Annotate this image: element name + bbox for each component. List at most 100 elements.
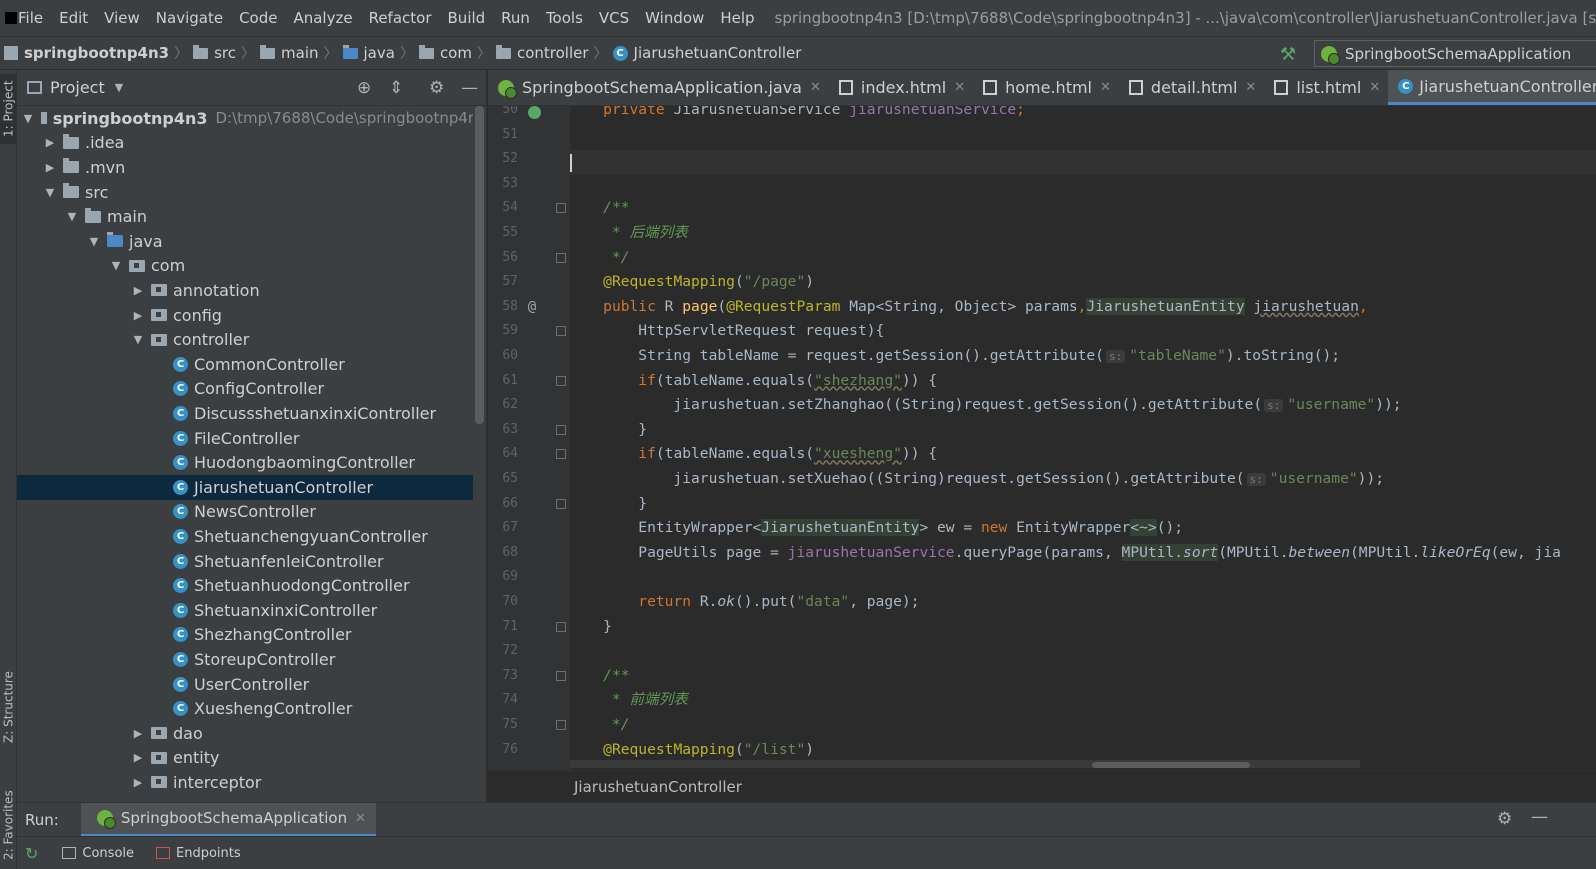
editor-tab-home-html[interactable]: home.html ✕ bbox=[973, 70, 1119, 105]
tree-item-filecontroller[interactable]: C FileController bbox=[17, 426, 473, 451]
collapsed-arrow-icon[interactable]: ▶ bbox=[131, 776, 145, 789]
close-icon[interactable]: ✕ bbox=[954, 80, 965, 95]
menu-navigate[interactable]: Navigate bbox=[148, 9, 231, 27]
collapsed-arrow-icon[interactable]: ▶ bbox=[131, 751, 145, 764]
spring-bean-icon[interactable] bbox=[528, 106, 541, 119]
tree-item-src[interactable]: ▼ src bbox=[17, 180, 473, 205]
tree-item-annotation[interactable]: ▶ annotation bbox=[17, 278, 473, 303]
tree-scrollbar[interactable] bbox=[475, 106, 484, 424]
menu-view[interactable]: View bbox=[96, 9, 148, 27]
menu-window[interactable]: Window bbox=[637, 9, 712, 27]
editor-tab-detail-html[interactable]: detail.html ✕ bbox=[1119, 70, 1264, 105]
fold-marker-icon[interactable] bbox=[556, 670, 566, 681]
tree-item-java[interactable]: ▼ java bbox=[17, 229, 473, 254]
fold-marker-icon[interactable] bbox=[556, 252, 566, 263]
tree-item-main[interactable]: ▼ main bbox=[17, 204, 473, 229]
fold-marker-icon[interactable] bbox=[556, 498, 566, 509]
close-icon[interactable]: ✕ bbox=[355, 811, 366, 826]
tree-item-configcontroller[interactable]: C ConfigController bbox=[17, 377, 473, 402]
tree-item-shetuanfenleicontroller[interactable]: C ShetuanfenleiController bbox=[17, 549, 473, 574]
editor-breadcrumb[interactable]: JiarushetuanController bbox=[488, 770, 1596, 802]
expanded-arrow-icon[interactable]: ▼ bbox=[87, 235, 101, 248]
tree-item-interceptor[interactable]: ▶ interceptor bbox=[17, 770, 473, 795]
hide-panel-icon[interactable]: — bbox=[1531, 807, 1548, 827]
hide-panel-icon[interactable]: — bbox=[461, 78, 478, 98]
tree-item-shetuanchengyuancontroller[interactable]: C ShetuanchengyuanController bbox=[17, 524, 473, 549]
close-icon[interactable]: ✕ bbox=[1369, 80, 1380, 95]
tree-item-xueshengcontroller[interactable]: C XueshengController bbox=[17, 696, 473, 721]
tree-item-newscontroller[interactable]: C NewsController bbox=[17, 500, 473, 525]
fold-marker-icon[interactable] bbox=[556, 621, 566, 632]
breadcrumb-controller[interactable]: controller bbox=[495, 44, 589, 62]
tree-item-entity[interactable]: ▶ entity bbox=[17, 746, 473, 771]
gear-icon[interactable]: ⚙ bbox=[429, 78, 444, 98]
gear-icon[interactable]: ⚙ bbox=[1497, 809, 1512, 829]
menu-help[interactable]: Help bbox=[712, 9, 762, 27]
editor-tab-springbootschemaapplication-java[interactable]: SpringbootSchemaApplication.java ✕ bbox=[488, 70, 829, 105]
collapsed-arrow-icon[interactable]: ▶ bbox=[43, 136, 57, 149]
tree-item--idea[interactable]: ▶ .idea bbox=[17, 131, 473, 156]
project-view-selector[interactable]: Project bbox=[50, 78, 105, 97]
close-icon[interactable]: ✕ bbox=[1100, 80, 1111, 95]
run-tab[interactable]: SpringbootSchemaApplication ✕ bbox=[80, 803, 377, 836]
tree-item-jiarushetuancontroller[interactable]: C JiarushetuanController bbox=[17, 475, 473, 500]
tree-item-shetuanhuodongcontroller[interactable]: C ShetuanhuodongController bbox=[17, 573, 473, 598]
menu-code[interactable]: Code bbox=[231, 9, 285, 27]
collapse-all-icon[interactable]: ⇕ bbox=[389, 78, 403, 98]
expanded-arrow-icon[interactable]: ▼ bbox=[131, 333, 145, 346]
menu-refactor[interactable]: Refactor bbox=[361, 9, 440, 27]
fold-marker-icon[interactable] bbox=[556, 326, 566, 337]
editor-tab-jiarushetuancontroller-java[interactable]: CJiarushetuanController.java✕ bbox=[1388, 70, 1596, 105]
expanded-arrow-icon[interactable]: ▼ bbox=[109, 259, 123, 272]
run-configuration-selector[interactable]: SpringbootSchemaApplication bbox=[1314, 40, 1596, 67]
locate-target-icon[interactable]: ⊕ bbox=[357, 78, 371, 98]
collapsed-arrow-icon[interactable]: ▶ bbox=[131, 284, 145, 297]
tree-item-dao[interactable]: ▶ dao bbox=[17, 721, 473, 746]
menu-edit[interactable]: Edit bbox=[51, 9, 96, 27]
structure-tool-tab[interactable]: Z: Structure bbox=[0, 660, 17, 755]
editor-scrollbar-thumb[interactable] bbox=[1092, 762, 1250, 768]
breadcrumb-java[interactable]: java bbox=[342, 44, 395, 62]
endpoints-tab[interactable]: Endpoints bbox=[156, 846, 241, 861]
menu-build[interactable]: Build bbox=[440, 9, 494, 27]
expanded-arrow-icon[interactable]: ▼ bbox=[65, 210, 79, 223]
tree-item-usercontroller[interactable]: C UserController bbox=[17, 672, 473, 697]
tree-item-commoncontroller[interactable]: C CommonController bbox=[17, 352, 473, 377]
editor-tab-index-html[interactable]: index.html ✕ bbox=[829, 70, 973, 105]
menu-run[interactable]: Run bbox=[493, 9, 538, 27]
breadcrumb-class[interactable]: C JiarushetuanController bbox=[612, 44, 801, 62]
rerun-icon[interactable]: ↻ bbox=[25, 844, 38, 863]
fold-marker-icon[interactable] bbox=[556, 720, 566, 730]
editor-tab-list-html[interactable]: list.html ✕ bbox=[1264, 70, 1388, 105]
collapsed-arrow-icon[interactable]: ▶ bbox=[43, 161, 57, 174]
fold-marker-icon[interactable] bbox=[556, 449, 566, 460]
tree-item-discussshetuanxinxicontroller[interactable]: C DiscussshetuanxinxiController bbox=[17, 401, 473, 426]
tree-item-springbootnp4n3[interactable]: ▼ springbootnp4n3 D:\tmp\7688\Code\springb… bbox=[17, 106, 473, 131]
override-marker-icon[interactable]: @ bbox=[524, 295, 540, 320]
tree-item-shezhangcontroller[interactable]: C ShezhangController bbox=[17, 623, 473, 648]
build-hammer-icon[interactable]: ⚒ bbox=[1280, 44, 1300, 65]
collapsed-arrow-icon[interactable]: ▶ bbox=[131, 727, 145, 740]
tree-item-shetuanxinxicontroller[interactable]: C ShetuanxinxiController bbox=[17, 598, 473, 623]
menu-vcs[interactable]: VCS bbox=[591, 9, 637, 27]
console-tab[interactable]: Console bbox=[62, 846, 134, 861]
menu-tools[interactable]: Tools bbox=[538, 9, 591, 27]
tree-item-config[interactable]: ▶ config bbox=[17, 303, 473, 328]
favorites-tool-tab[interactable]: 2: Favorites bbox=[0, 782, 17, 869]
breadcrumb-src[interactable]: src bbox=[193, 44, 236, 62]
chevron-down-icon[interactable]: ▼ bbox=[115, 81, 123, 94]
breadcrumb-project[interactable]: springbootnp4n3 bbox=[24, 44, 169, 62]
close-icon[interactable]: ✕ bbox=[1245, 80, 1256, 95]
fold-marker-icon[interactable] bbox=[556, 424, 566, 435]
menu-analyze[interactable]: Analyze bbox=[285, 9, 360, 27]
expanded-arrow-icon[interactable]: ▼ bbox=[21, 112, 35, 125]
tree-item-storeupcontroller[interactable]: C StoreupController bbox=[17, 647, 473, 672]
tree-item-com[interactable]: ▼ com bbox=[17, 254, 473, 279]
expanded-arrow-icon[interactable]: ▼ bbox=[43, 186, 57, 199]
breadcrumb-main[interactable]: main bbox=[260, 44, 319, 62]
tree-item-controller[interactable]: ▼ controller bbox=[17, 327, 473, 352]
tree-item-huodongbaomingcontroller[interactable]: C HuodongbaomingController bbox=[17, 450, 473, 475]
close-icon[interactable]: ✕ bbox=[810, 80, 821, 95]
project-tool-tab[interactable]: 1: Project bbox=[0, 74, 17, 144]
collapsed-arrow-icon[interactable]: ▶ bbox=[131, 309, 145, 322]
